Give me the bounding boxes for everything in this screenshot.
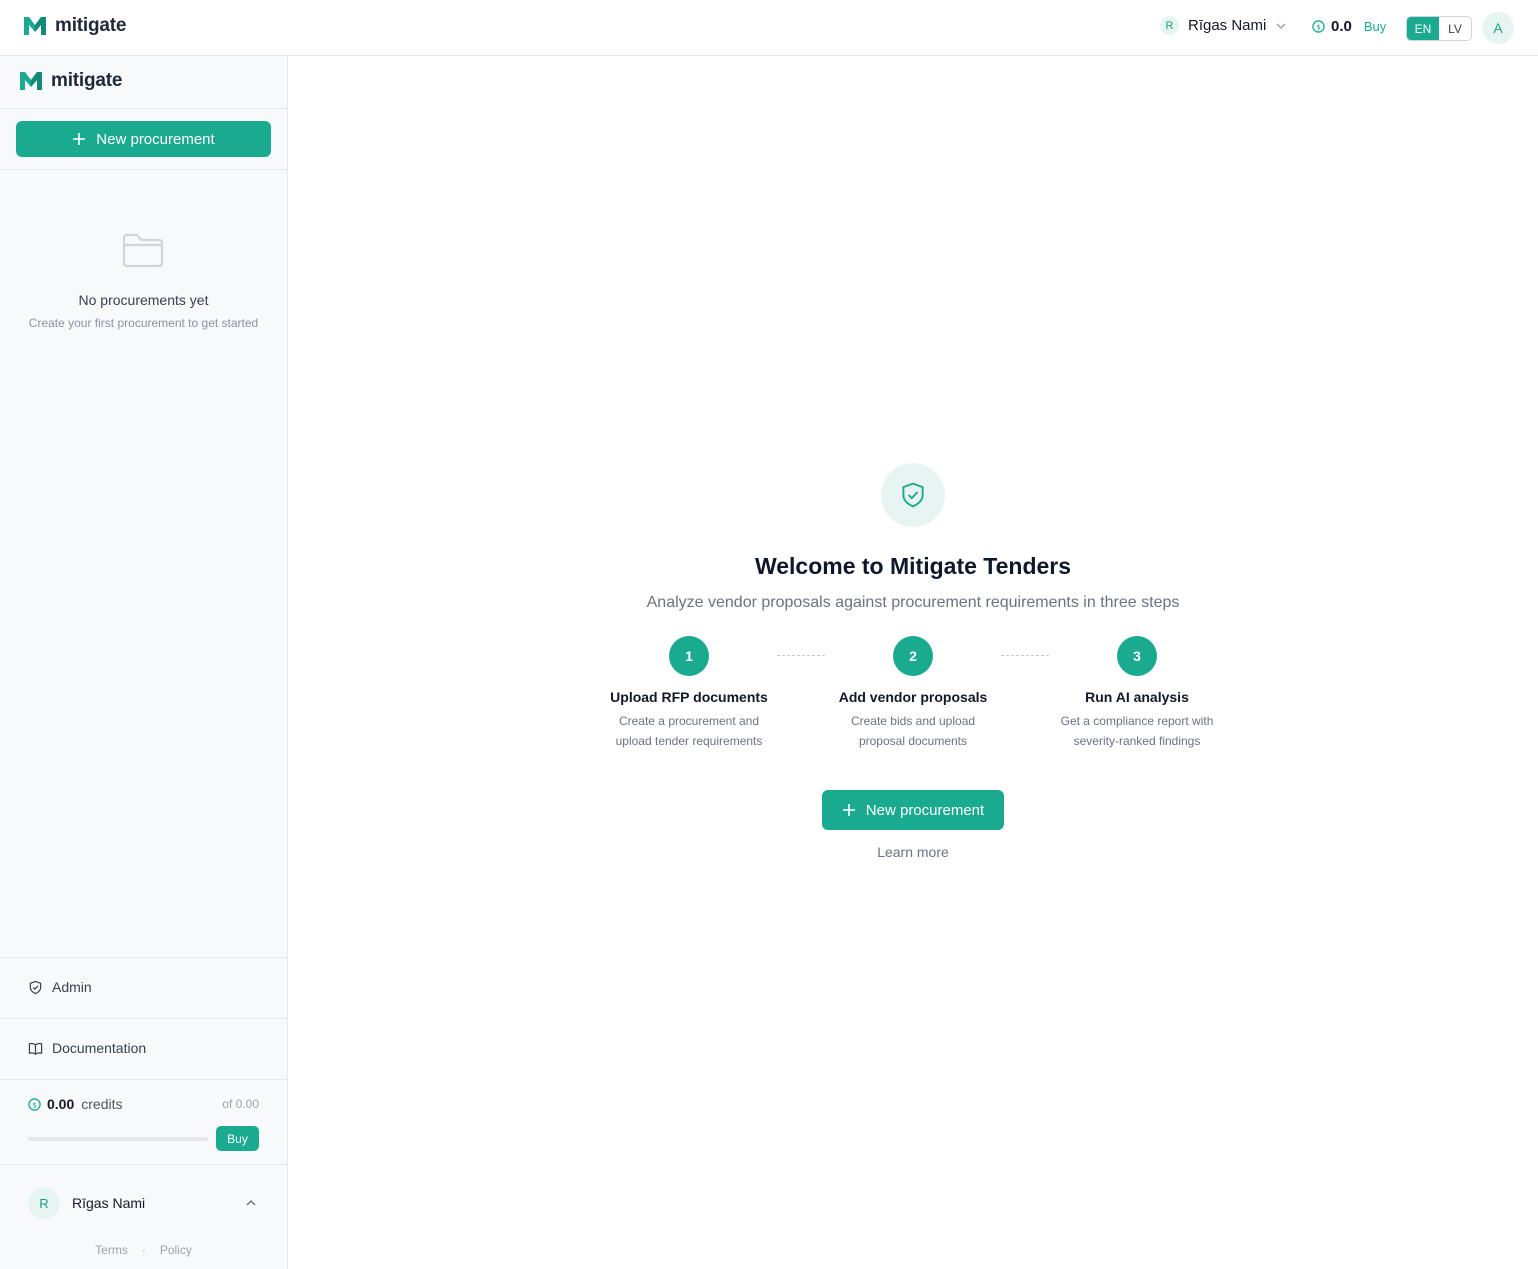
step-title: Add vendor proposals: [838, 689, 988, 705]
step-description: Create bids and upload proposal document…: [850, 714, 976, 748]
language-switcher: EN LV: [1406, 16, 1472, 41]
sidebar-item-label: Documentation: [52, 1040, 147, 1056]
empty-state-subtitle: Create your first procurement to get sta…: [28, 316, 259, 330]
terms-link[interactable]: Terms: [95, 1243, 128, 1257]
organization-switcher[interactable]: R Rīgas Nami: [1160, 16, 1287, 35]
policy-link[interactable]: Policy: [160, 1243, 192, 1257]
credits-label: credits: [81, 1096, 123, 1112]
divider: [0, 1079, 287, 1080]
sidebar-item-documentation[interactable]: Documentation: [28, 1040, 146, 1056]
legal-separator: ·: [141, 1243, 146, 1257]
credits-total: of 0.00: [222, 1097, 259, 1111]
user-name: Rīgas Nami: [72, 1195, 146, 1211]
step-1: 1 Upload RFP documents Create a procurem…: [589, 636, 789, 751]
divider: [0, 1018, 287, 1019]
top-bar: mitigate R Rīgas Nami $ 0.0 Buy EN LV A: [0, 0, 1538, 56]
new-procurement-label: New procurement: [96, 130, 215, 148]
step-number: 2: [893, 636, 933, 676]
step-number: 3: [1117, 636, 1157, 676]
buy-credits-button[interactable]: Buy: [216, 1126, 259, 1151]
mitigate-logo-icon: [20, 72, 42, 90]
credits-value: 0.00: [47, 1096, 75, 1112]
org-name: Rīgas Nami: [1188, 17, 1267, 34]
user-avatar-button[interactable]: A: [1482, 12, 1514, 44]
divider: [0, 108, 287, 109]
chevron-down-icon: [1276, 23, 1286, 29]
sidebar-logo[interactable]: mitigate: [19, 70, 122, 92]
brand-name: mitigate: [51, 70, 123, 91]
divider: [0, 1164, 287, 1165]
plus-icon: [842, 804, 855, 816]
shield-check-icon: [902, 482, 924, 508]
credits-panel: $ 0.00 credits of 0.00 Buy: [28, 1096, 259, 1151]
step-title: Run AI analysis: [1085, 689, 1189, 705]
book-open-icon: [28, 1042, 43, 1055]
language-lv-button[interactable]: LV: [1439, 17, 1471, 40]
credits-indicator: $ 0.0 Buy: [1312, 18, 1386, 35]
credits-progress-bar: [28, 1136, 208, 1141]
step-3: 3 Run AI analysis Get a compliance repor…: [1037, 636, 1237, 751]
page-subtitle: Analyze vendor proposals against procure…: [646, 594, 1180, 611]
divider: [0, 169, 287, 170]
svg-text:$: $: [1316, 22, 1321, 31]
sidebar-item-label: Admin: [52, 979, 92, 995]
topbar-logo[interactable]: mitigate: [23, 15, 126, 37]
brand-name: mitigate: [55, 15, 127, 36]
new-procurement-label: New procurement: [865, 801, 985, 819]
org-badge: R: [1160, 16, 1179, 35]
main-content: Welcome to Mitigate Tenders Analyze vend…: [288, 56, 1538, 1269]
svg-text:$: $: [32, 1100, 37, 1109]
language-en-button[interactable]: EN: [1407, 17, 1439, 40]
step-number: 1: [669, 636, 709, 676]
mitigate-logo-icon: [24, 17, 46, 35]
coin-icon: $: [28, 1097, 41, 1111]
step-title: Upload RFP documents: [610, 689, 768, 705]
folder-icon: [122, 233, 164, 268]
plus-icon: [73, 133, 86, 145]
new-procurement-button[interactable]: New procurement: [16, 121, 271, 157]
credits-amount: 0.0: [1331, 18, 1352, 35]
coin-icon: $: [1312, 20, 1325, 33]
new-procurement-cta-button[interactable]: New procurement: [822, 790, 1004, 830]
sidebar-item-admin[interactable]: Admin: [28, 979, 92, 995]
step-2: 2 Add vendor proposals Create bids and u…: [813, 636, 1013, 751]
page-title: Welcome to Mitigate Tenders: [754, 553, 1072, 579]
chevron-up-icon: [246, 1200, 256, 1206]
step-description: Create a procurement and upload tender r…: [615, 714, 763, 748]
legal-links: Terms · Policy: [0, 1243, 287, 1257]
divider: [0, 957, 287, 958]
shield-check-icon: [29, 980, 42, 994]
avatar: R: [28, 1187, 60, 1219]
step-description: Get a compliance report with severity-ra…: [1060, 714, 1214, 748]
empty-state-title: No procurements yet: [78, 292, 209, 308]
hero-badge: [881, 463, 945, 527]
learn-more-link[interactable]: Learn more: [288, 844, 1538, 860]
user-menu[interactable]: R Rīgas Nami: [28, 1187, 259, 1219]
buy-credits-link[interactable]: Buy: [1364, 19, 1386, 34]
sidebar: mitigate New procurement No procurements…: [0, 56, 288, 1269]
